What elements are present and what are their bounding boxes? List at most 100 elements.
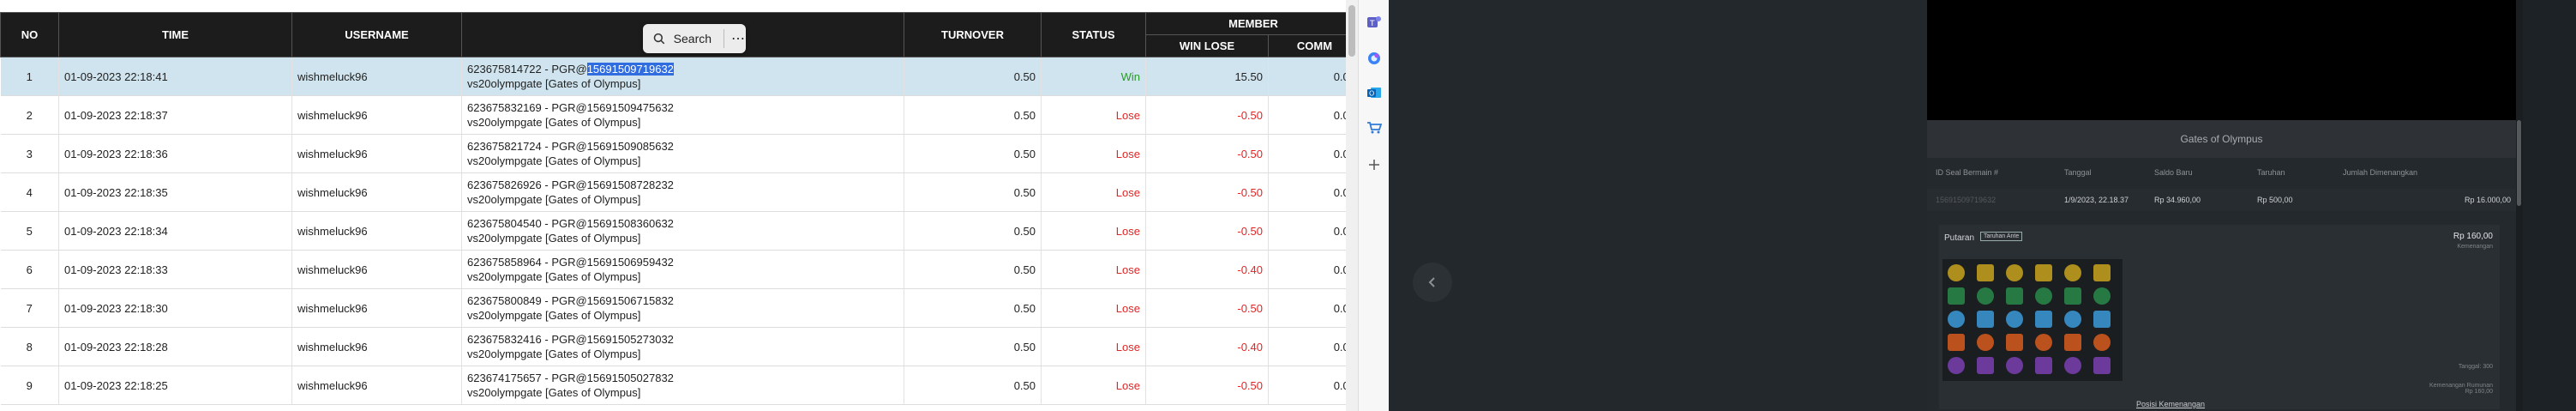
- table-row[interactable]: 6 01-09-2023 22:18:33 wishmeluck96 62367585…: [0, 250, 1346, 289]
- col-turnover: TURNOVER: [904, 12, 1042, 57]
- cell-username: wishmeluck96: [291, 95, 462, 135]
- gem-symbol: [1977, 311, 1994, 328]
- scrollbar-thumb[interactable]: [1348, 5, 1355, 57]
- gem-symbol: [2093, 334, 2111, 351]
- cell-status: Lose: [1041, 250, 1146, 289]
- cell-win-lose: -0.50: [1145, 288, 1269, 328]
- teams-icon[interactable]: T: [1364, 12, 1384, 33]
- value-balance: Rp 34.960,00: [2154, 196, 2201, 204]
- gem-symbol: [1948, 311, 1965, 328]
- info-id: 623675858964 - PGR@15691506959432: [467, 256, 674, 269]
- table-row[interactable]: 4 01-09-2023 22:18:35 wishmeluck96 62367582…: [0, 172, 1346, 212]
- gem-symbol: [2006, 287, 2023, 305]
- table-row[interactable]: 7 01-09-2023 22:18:30 wishmeluck96 62367580…: [0, 288, 1346, 328]
- search-popup-label[interactable]: Search: [674, 32, 712, 45]
- game-title: Gates of Olympus: [1927, 120, 2516, 158]
- cell-info: 623675800849 - PGR@15691506715832 vs20oly…: [461, 288, 904, 328]
- value-seal-id: 15691509719632: [1936, 196, 1997, 204]
- info-game: vs20olympgate [Gates of Olympus]: [467, 77, 641, 90]
- info-id: 623674175657 - PGR@15691505027832: [467, 372, 674, 384]
- win-positions-link[interactable]: Posisi Kemenangan: [2136, 400, 2205, 408]
- cell-no: 5: [0, 211, 59, 251]
- cell-comm: 0.00: [1268, 366, 1346, 405]
- info-line-1: 623675858964 - PGR@15691506959432: [467, 255, 898, 269]
- search-icon: [653, 33, 665, 45]
- gem-symbol: [1977, 264, 1994, 281]
- cell-turnover: 0.50: [904, 172, 1042, 212]
- table-row[interactable]: 8 01-09-2023 22:18:28 wishmeluck96 62367583…: [0, 327, 1346, 366]
- cell-turnover: 0.50: [904, 327, 1042, 366]
- cell-win-lose: 15.50: [1145, 57, 1269, 96]
- info-id: 623675832169 - PGR@15691509475632: [467, 101, 674, 114]
- info-game: vs20olympgate [Gates of Olympus]: [467, 154, 641, 167]
- table-scrollbar[interactable]: [1346, 0, 1358, 411]
- cell-status: Lose: [1041, 95, 1146, 135]
- cell-no: 4: [0, 172, 59, 212]
- copilot-icon[interactable]: [1364, 48, 1384, 69]
- add-icon[interactable]: [1364, 154, 1384, 175]
- svg-text:T: T: [1369, 20, 1375, 28]
- value-bet: Rp 500,00: [2257, 196, 2293, 204]
- table-row[interactable]: 9 01-09-2023 22:18:25 wishmeluck96 62367417…: [0, 366, 1346, 405]
- round-value-row: 15691509719632 1/9/2023, 22.18.37 Rp 34.…: [1927, 189, 2516, 211]
- cell-turnover: 0.50: [904, 95, 1042, 135]
- gem-symbol: [2064, 334, 2081, 351]
- gem-symbol: [1948, 334, 1965, 351]
- table-row[interactable]: 3 01-09-2023 22:18:36 wishmeluck96 62367582…: [0, 134, 1346, 173]
- header-balance: Saldo Baru: [2154, 168, 2193, 177]
- cell-comm: 0.00: [1268, 134, 1346, 173]
- game-detail-viewer: Gates of Olympus ID Seal Bermain # Tangg…: [1389, 0, 2576, 411]
- cell-status: Lose: [1041, 366, 1146, 405]
- shopping-icon[interactable]: [1364, 117, 1384, 137]
- cell-win-lose: -0.40: [1145, 250, 1269, 289]
- cell-win-lose: -0.40: [1145, 327, 1269, 366]
- col-status: STATUS: [1041, 12, 1146, 57]
- cell-no: 9: [0, 366, 59, 405]
- scrollbar-thumb[interactable]: [2517, 120, 2521, 206]
- cell-win-lose: -0.50: [1145, 134, 1269, 173]
- gem-symbol: [1977, 357, 1994, 374]
- cell-no: 2: [0, 95, 59, 135]
- cell-turnover: 0.50: [904, 57, 1042, 96]
- cell-win-lose: -0.50: [1145, 211, 1269, 251]
- game-round-panel: Gates of Olympus ID Seal Bermain # Tangg…: [1927, 0, 2516, 411]
- info-game: vs20olympgate [Gates of Olympus]: [467, 116, 641, 129]
- col-win-lose: WIN LOSE: [1145, 34, 1269, 57]
- info-selected-text[interactable]: 15691509719632: [586, 63, 674, 76]
- panel-scrollbar[interactable]: [2516, 0, 2523, 411]
- cell-time: 01-09-2023 22:18:25: [58, 366, 292, 405]
- table-row[interactable]: 2 01-09-2023 22:18:37 wishmeluck96 62367583…: [0, 95, 1346, 135]
- cell-info: 623675826926 - PGR@15691508728232 vs20oly…: [461, 172, 904, 212]
- cell-comm: 0.00: [1268, 250, 1346, 289]
- cell-username: wishmeluck96: [291, 172, 462, 212]
- value-date: 1/9/2023, 22.18.37: [2064, 196, 2129, 204]
- info-line-1: 623674175657 - PGR@15691505027832: [467, 371, 898, 385]
- spin-card: Putaran Taruhan Ante Rp 160,00 Kemenanga…: [1939, 225, 2500, 409]
- cell-username: wishmeluck96: [291, 250, 462, 289]
- spin-note: Tanggal: 300: [2458, 364, 2493, 370]
- info-id: 623675814722 - PGR@: [467, 63, 587, 76]
- cell-status: Lose: [1041, 172, 1146, 212]
- gem-symbol: [1948, 357, 1965, 374]
- more-options-icon[interactable]: ⋯: [731, 30, 746, 47]
- col-time: TIME: [58, 12, 292, 57]
- gem-symbol: [2035, 287, 2052, 305]
- table-row[interactable]: 5 01-09-2023 22:18:34 wishmeluck96 62367580…: [0, 211, 1346, 251]
- info-line-1: 623675804540 - PGR@15691508360632: [467, 216, 898, 231]
- info-line-1: 623675800849 - PGR@15691506715832: [467, 293, 898, 308]
- gem-symbol: [1948, 264, 1965, 281]
- cell-time: 01-09-2023 22:18:33: [58, 250, 292, 289]
- outlook-icon[interactable]: O: [1364, 82, 1384, 103]
- table-row[interactable]: 1 01-09-2023 22:18:41 wishmeluck96 62367581…: [0, 57, 1346, 96]
- col-no: NO: [0, 12, 59, 57]
- spin-win-value: Rp 160,00: [2465, 389, 2493, 395]
- cell-win-lose: -0.50: [1145, 366, 1269, 405]
- cell-turnover: 0.50: [904, 366, 1042, 405]
- info-game: vs20olympgate [Gates of Olympus]: [467, 348, 641, 360]
- cell-time: 01-09-2023 22:18:30: [58, 288, 292, 328]
- cell-info: 623675832169 - PGR@15691509475632 vs20oly…: [461, 95, 904, 135]
- info-line-1: 623675832416 - PGR@15691505273032: [467, 332, 898, 347]
- chevron-left-icon[interactable]: [1413, 263, 1452, 302]
- search-popup[interactable]: Search ⋯: [643, 24, 746, 53]
- info-game: vs20olympgate [Gates of Olympus]: [467, 309, 641, 322]
